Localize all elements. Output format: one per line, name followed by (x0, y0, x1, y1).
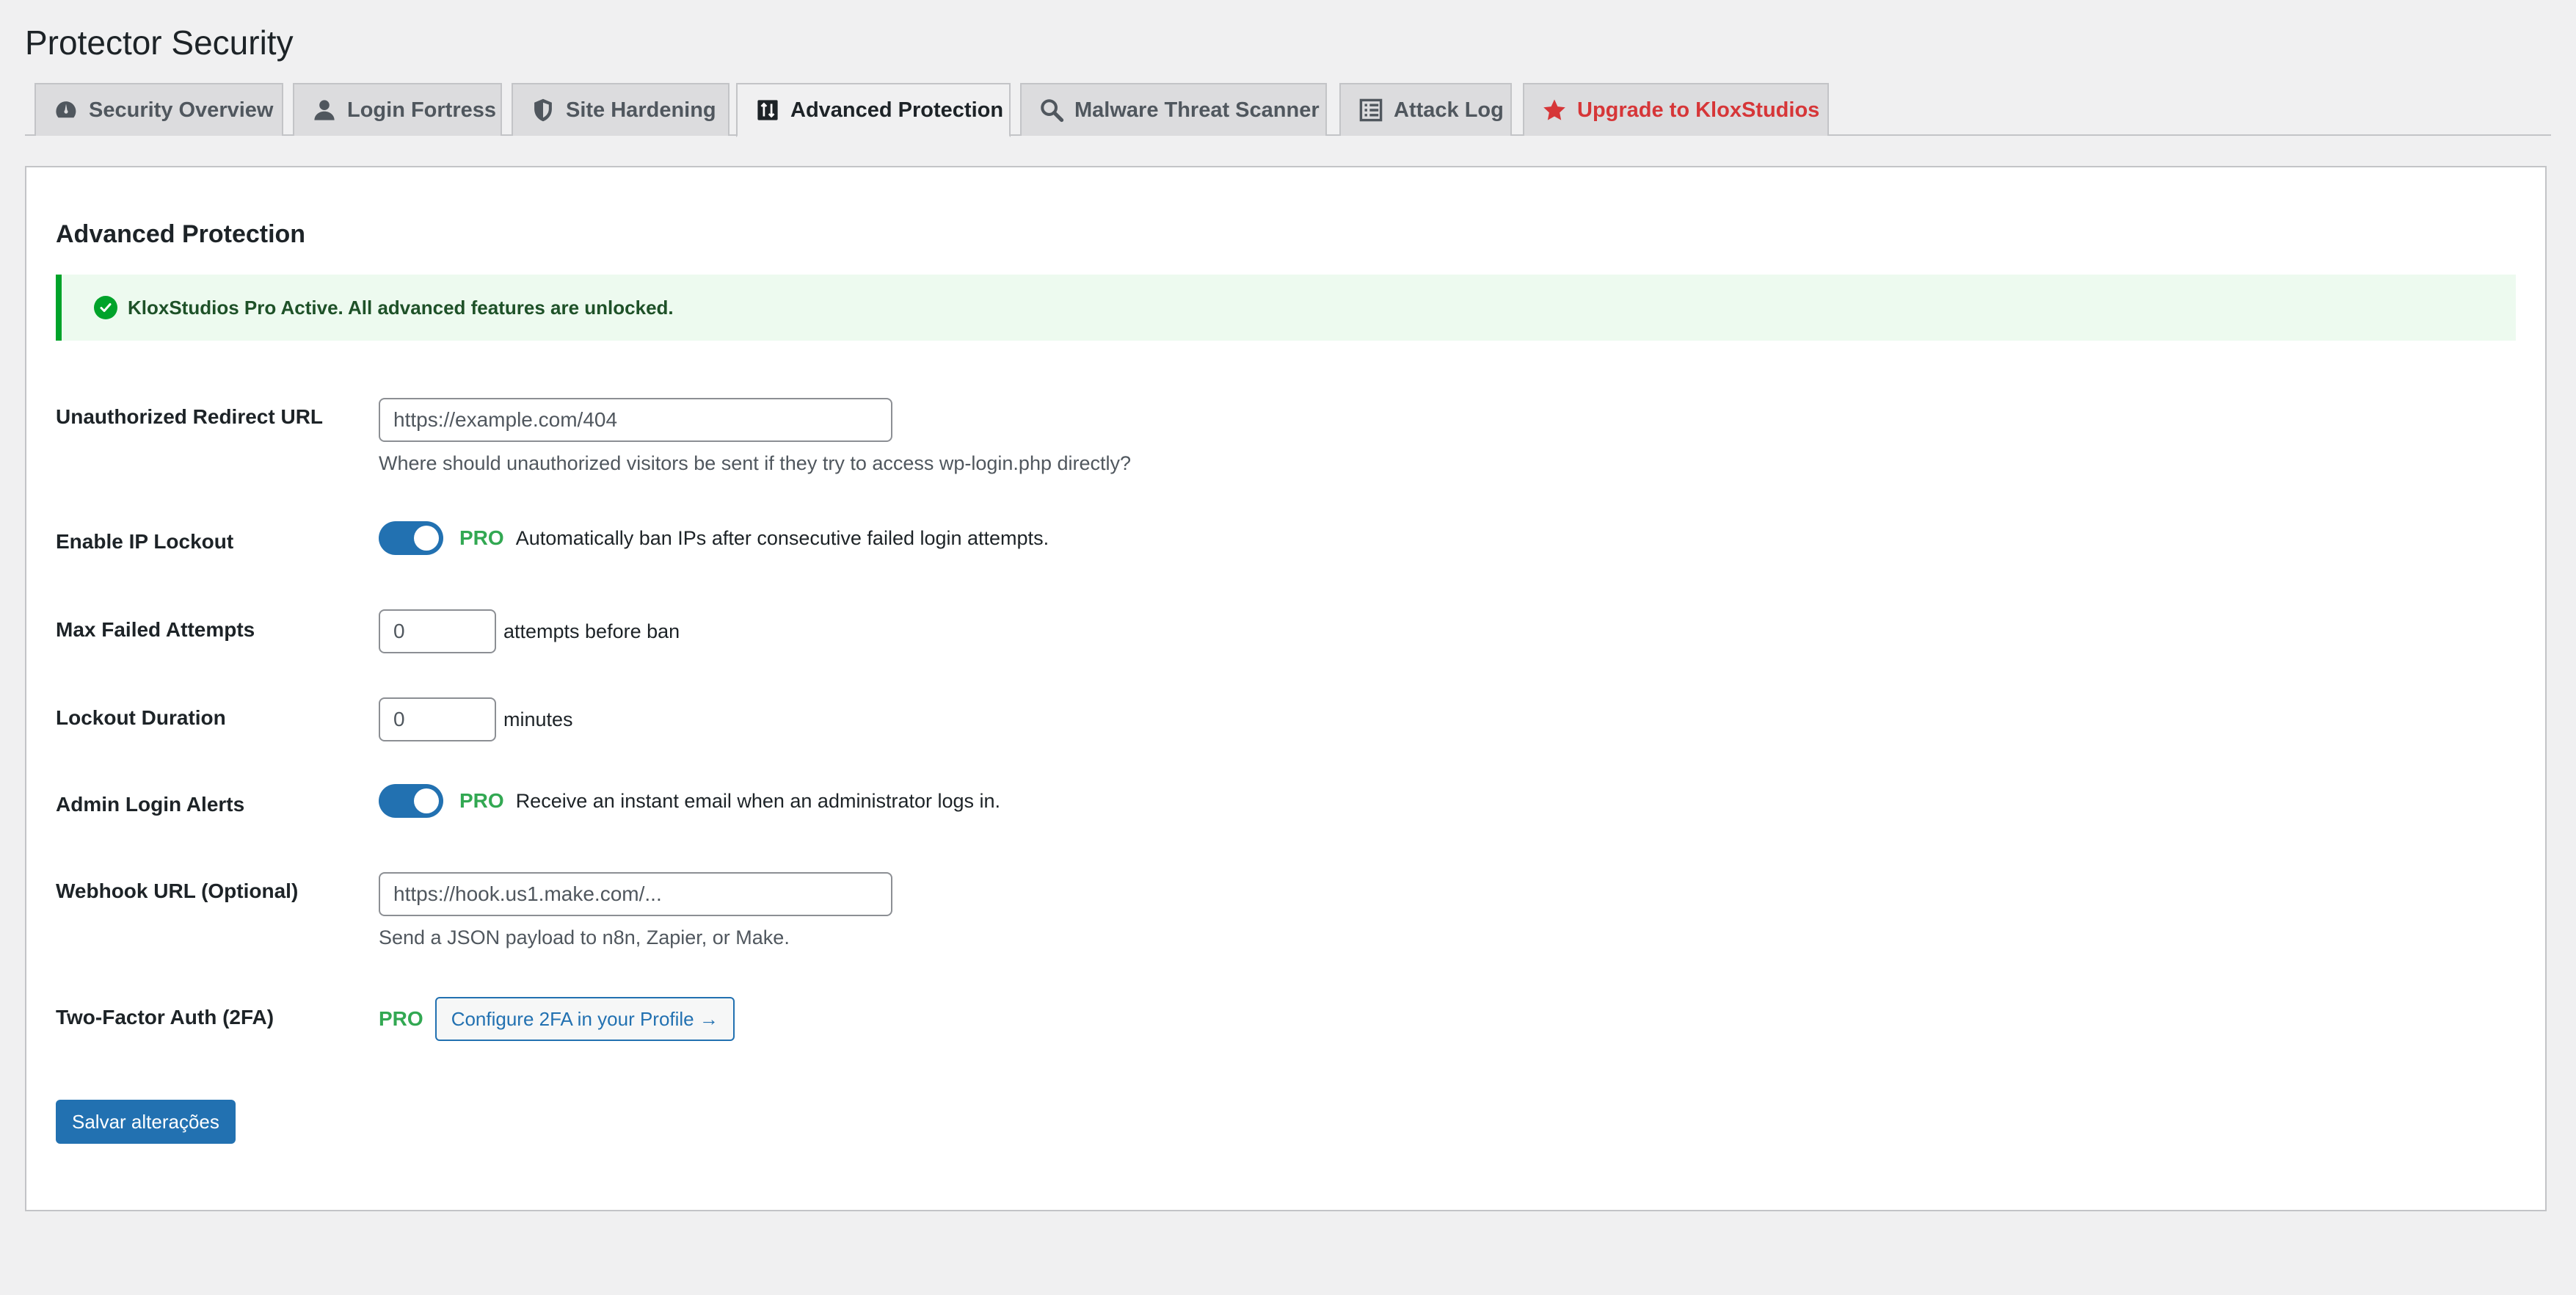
shield-icon (531, 97, 556, 123)
field-label: Unauthorized Redirect URL (56, 405, 324, 428)
field-label: Two-Factor Auth (2FA) (56, 1006, 274, 1029)
tab-label: Upgrade to KloxStudios (1577, 98, 1820, 122)
field-label: Max Failed Attempts (56, 618, 255, 641)
max-attempts-input[interactable]: 0 (379, 609, 496, 653)
ip-lockout-toggle[interactable] (379, 521, 443, 555)
tab-security-overview[interactable]: Security Overview (34, 83, 283, 136)
tab-bar: Security Overview Login Fortress Site Ha… (25, 83, 2551, 137)
code-standards-icon (755, 97, 780, 123)
notice-text: KloxStudios Pro Active. All advanced fea… (128, 296, 674, 319)
webhook-url-input[interactable]: https://hook.us1.make.com/... (379, 872, 892, 916)
field-description: Send a JSON payload to n8n, Zapier, or M… (379, 926, 790, 948)
field-description: Automatically ban IPs after consecutive … (515, 526, 1049, 549)
lockout-duration-input[interactable]: 0 (379, 697, 496, 741)
tab-label: Login Fortress (347, 98, 497, 122)
field-suffix: attempts before ban (503, 620, 680, 642)
pro-badge: PRO (459, 526, 504, 549)
tab-site-hardening[interactable]: Site Hardening (512, 83, 729, 136)
tab-label: Advanced Protection (790, 98, 1004, 122)
page-title: Protector Security (25, 23, 294, 62)
success-notice: KloxStudios Pro Active. All advanced fea… (56, 275, 2516, 341)
field-label: Lockout Duration (56, 706, 226, 729)
field-description: Where should unauthorized visitors be se… (379, 452, 1132, 474)
admin-alerts-toggle[interactable] (379, 784, 443, 818)
tab-label: Security Overview (89, 98, 274, 122)
field-label: Enable IP Lockout (56, 530, 234, 553)
save-changes-button[interactable]: Salvar alterações (56, 1100, 236, 1144)
list-view-icon (1358, 97, 1383, 123)
dashboard-gauge-icon (54, 97, 79, 123)
field-suffix: minutes (503, 708, 573, 730)
tab-attack-log[interactable]: Attack Log (1339, 83, 1512, 136)
app-root: Protector Security Security Overview Log… (0, 0, 2576, 1295)
tab-label: Malware Threat Scanner (1074, 98, 1320, 122)
tab-label: Attack Log (1394, 98, 1504, 122)
tab-malware-threat-scanner[interactable]: Malware Threat Scanner (1020, 83, 1327, 136)
configure-2fa-button[interactable]: Configure 2FA in your Profile → (434, 997, 735, 1041)
tab-advanced-protection[interactable]: Advanced Protection (736, 83, 1011, 137)
tab-label: Site Hardening (566, 98, 716, 122)
settings-card: Advanced Protection KloxStudios Pro Acti… (25, 166, 2547, 1211)
field-label: Webhook URL (Optional) (56, 879, 299, 902)
search-icon (1039, 97, 1064, 123)
tab-login-fortress[interactable]: Login Fortress (293, 83, 502, 136)
section-title: Advanced Protection (56, 220, 306, 248)
tab-upgrade[interactable]: Upgrade to KloxStudios (1523, 83, 1829, 136)
redirect-url-input[interactable]: https://example.com/404 (379, 398, 892, 442)
star-icon (1542, 97, 1567, 123)
check-circle-icon (94, 296, 117, 319)
pro-badge: PRO (379, 1007, 423, 1030)
field-label: Admin Login Alerts (56, 793, 245, 816)
field-description: Receive an instant email when an adminis… (515, 789, 1001, 812)
pro-badge: PRO (459, 789, 504, 812)
user-icon (312, 97, 337, 123)
